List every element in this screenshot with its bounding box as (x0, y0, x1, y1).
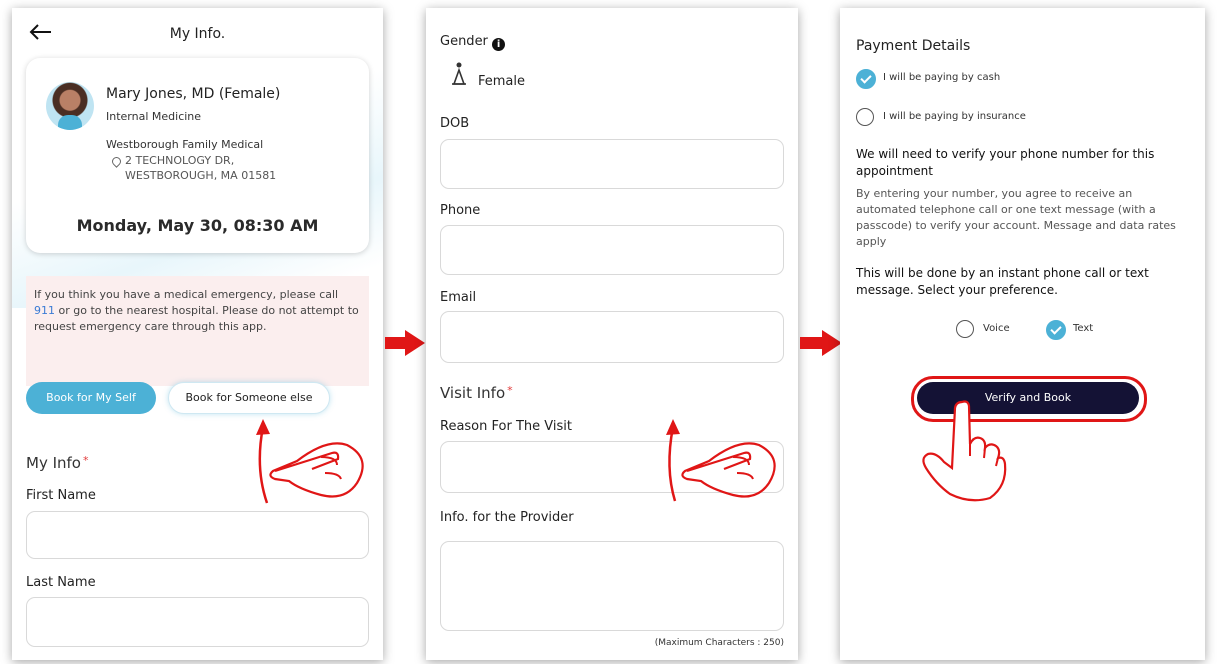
emergency-text-2: or go to the nearest hospital. Please do… (34, 304, 359, 333)
verify-body-text: By entering your number, you agree to re… (856, 187, 1176, 248)
voice-radio[interactable] (956, 320, 974, 338)
my-info-heading: My Info * (26, 454, 88, 472)
payment-heading: Payment Details (856, 38, 971, 54)
first-name-field[interactable] (26, 511, 369, 559)
tap-gesture-illustration (256, 419, 364, 504)
female-icon (452, 62, 466, 85)
pay-insurance-label: I will be paying by insurance (883, 111, 1026, 122)
emergency-text-1: If you think you have a medical emergenc… (34, 288, 339, 301)
doctor-name: Mary Jones, MD (Female) (106, 86, 281, 102)
phone-field[interactable] (440, 225, 784, 275)
last-name-field[interactable] (26, 597, 369, 647)
last-name-label: Last Name (26, 575, 96, 590)
text-label: Text (1073, 323, 1094, 334)
screen-payment-verification: Payment Details I will be paying by cash… (840, 8, 1205, 660)
info-icon[interactable]: i (492, 38, 506, 51)
tap-hand-illustration (922, 400, 1007, 502)
gender-label-text: Gender (440, 34, 488, 49)
reason-label: Reason For The Visit (440, 419, 572, 434)
text-radio[interactable] (1046, 320, 1066, 340)
email-field[interactable] (440, 311, 784, 363)
address-line-1: 2 TECHNOLOGY DR, (125, 154, 235, 167)
phone-label: Phone (440, 203, 481, 218)
page-title: My Info. (169, 26, 226, 42)
preference-text: This will be done by an instant phone ca… (856, 266, 1149, 297)
doctor-card: Mary Jones, MD (Female) Internal Medicin… (26, 58, 369, 253)
book-for-self-button[interactable]: Book for My Self (26, 382, 156, 414)
pay-insurance-checkbox[interactable] (856, 108, 874, 126)
pay-insurance-option[interactable]: I will be paying by insurance (856, 108, 1116, 130)
location-pin-icon (110, 155, 123, 168)
my-info-heading-text: My Info (26, 454, 81, 472)
book-for-someone-else-button[interactable]: Book for Someone else (168, 382, 330, 414)
provider-info-label: Info. for the Provider (440, 510, 574, 525)
practice-name: Westborough Family Medical (106, 138, 264, 151)
required-mark: * (507, 384, 513, 397)
pay-cash-option[interactable]: I will be paying by cash (856, 69, 1116, 91)
visit-info-heading: Visit Info * (440, 384, 513, 402)
tap-gesture-illustration (666, 419, 776, 502)
email-label: Email (440, 290, 477, 305)
dob-field[interactable] (440, 139, 784, 189)
dob-label: DOB (440, 116, 470, 131)
verify-heading: We will need to verify your phone number… (856, 147, 1155, 178)
pay-cash-checkbox[interactable] (856, 69, 876, 89)
voice-option[interactable]: Voice (956, 320, 1026, 342)
doctor-specialty: Internal Medicine (106, 110, 202, 123)
appointment-time: Monday, May 30, 08:30 AM (76, 216, 319, 235)
voice-label: Voice (983, 323, 1010, 334)
provider-info-field[interactable] (440, 541, 784, 631)
screen-my-info: My Info. Mary Jones, MD (Female) Interna… (12, 8, 383, 660)
gender-label: Gender i (440, 34, 506, 51)
pay-cash-label: I will be paying by cash (883, 72, 1001, 83)
emergency-notice: If you think you have a medical emergenc… (26, 276, 369, 386)
first-name-label: First Name (26, 488, 96, 503)
visit-info-heading-text: Visit Info (440, 384, 506, 402)
gender-value: Female (478, 74, 526, 89)
emergency-call-link[interactable]: 911 (34, 304, 55, 317)
avatar (46, 82, 94, 130)
max-characters-note: (Maximum Characters : 250) (654, 638, 784, 648)
screen-patient-details: Gender i Female DOB Phone Email Visit In… (426, 8, 798, 660)
text-option[interactable]: Text (1046, 320, 1116, 342)
required-mark: * (82, 454, 89, 467)
address-line-2: WESTBOROUGH, MA 01581 (125, 169, 277, 182)
